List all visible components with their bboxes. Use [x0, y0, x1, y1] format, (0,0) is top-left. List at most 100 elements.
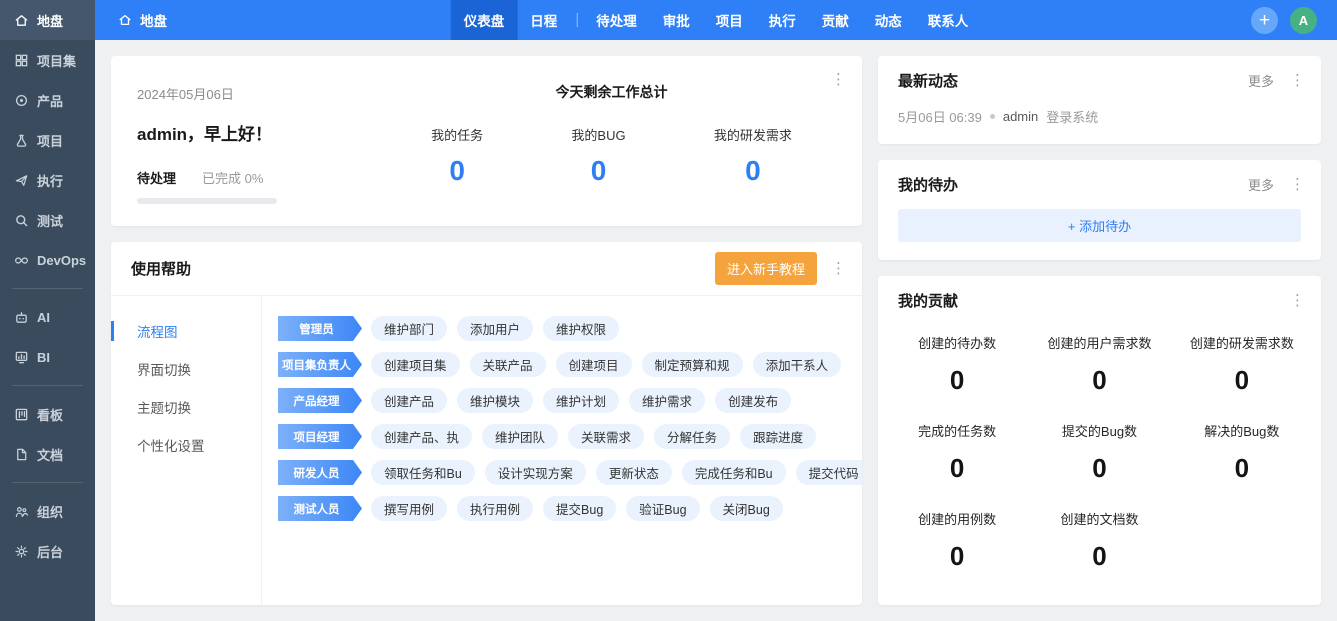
sidebar-item-doc[interactable]: 文档: [0, 434, 95, 474]
help-tabs: 流程图 界面切换 主题切换 个性化设置: [111, 296, 262, 605]
flow-step: 维护部门: [371, 316, 447, 341]
main-content: ⋮ 2024年05月06日 admin，早上好！ 待处理 已完成 0% 今天剩余…: [95, 40, 1337, 621]
flow-step: 验证Bug: [626, 496, 699, 521]
sidebar-item-label: 测试: [37, 211, 63, 230]
card-title: 我的贡献: [898, 290, 1286, 311]
contribution-stat: 完成的任务数 0: [918, 421, 996, 484]
devops-icon: [13, 252, 29, 268]
flow-step: 提交Bug: [543, 496, 616, 521]
kebab-menu-icon[interactable]: ⋮: [1286, 71, 1309, 90]
right-column: 最新动态 更多 ⋮ 5月06日 06:39 admin 登录系统 我的待办 更多…: [878, 56, 1321, 605]
sidebar-item-label: 后台: [37, 542, 63, 561]
help-title: 使用帮助: [131, 258, 715, 279]
test-icon: [13, 212, 29, 228]
flow-step: 执行用例: [457, 496, 533, 521]
sidebar-item-bi[interactable]: BI: [0, 337, 95, 377]
sidebar-item-dashboard[interactable]: 地盘: [0, 0, 95, 40]
welcome-card: ⋮ 2024年05月06日 admin，早上好！ 待处理 已完成 0% 今天剩余…: [111, 56, 862, 226]
doc-icon: [13, 446, 29, 462]
sidebar-item-devops[interactable]: DevOps: [0, 240, 95, 280]
stat-value[interactable]: 0: [918, 453, 996, 484]
stat-value[interactable]: 0: [714, 155, 792, 187]
welcome-left: 2024年05月06日 admin，早上好！ 待处理 已完成 0%: [137, 76, 387, 206]
sidebar-item-program[interactable]: 项目集: [0, 40, 95, 80]
tab-todo[interactable]: 待处理: [583, 0, 650, 40]
progress-bar: [137, 198, 277, 204]
sidebar-item-project[interactable]: 项目: [0, 120, 95, 160]
sidebar-item-ai[interactable]: AI: [0, 297, 95, 337]
sidebar-item-label: 执行: [37, 171, 63, 190]
stat-value[interactable]: 0: [918, 365, 996, 396]
stat-value[interactable]: 0: [1047, 365, 1151, 396]
flow-steps: 领取任务和Bu设计实现方案更新状态完成任务和Bu提交代码: [371, 460, 862, 485]
my-contribution-card: 我的贡献 ⋮ 创建的待办数 0 创建的用户需求数 0: [878, 276, 1321, 605]
role-tag: 产品经理: [278, 388, 362, 413]
more-link[interactable]: 更多: [1248, 71, 1274, 90]
kebab-menu-icon[interactable]: ⋮: [827, 259, 850, 278]
sidebar-item-label: DevOps: [37, 253, 86, 268]
sidebar-item-admin[interactable]: 后台: [0, 531, 95, 571]
tab-execution[interactable]: 执行: [756, 0, 809, 40]
avatar[interactable]: A: [1290, 7, 1317, 34]
flow-steps: 撰写用例执行用例提交Bug验证Bug关闭Bug: [371, 496, 783, 521]
flow-step: 维护计划: [543, 388, 619, 413]
flow-row: 项目集负责人 创建项目集关联产品创建项目制定预算和规添加干系人: [278, 352, 846, 377]
kebab-menu-icon[interactable]: ⋮: [1286, 291, 1309, 310]
stat: 我的任务 0: [431, 125, 483, 187]
flow-step: 添加用户: [457, 316, 533, 341]
help-card: 使用帮助 进入新手教程 ⋮ 流程图 界面切换 主题切换 个性化设: [111, 242, 862, 605]
flow-steps: 创建产品维护模块维护计划维护需求创建发布: [371, 388, 791, 413]
contribution-stat: 创建的研发需求数 0: [1190, 333, 1294, 396]
sidebar-item-test[interactable]: 测试: [0, 200, 95, 240]
kebab-menu-icon[interactable]: ⋮: [827, 70, 850, 89]
tab-dynamics[interactable]: 动态: [862, 0, 915, 40]
sidebar-item-label: 看板: [37, 405, 63, 424]
org-icon: [13, 503, 29, 519]
contribution-stat: 创建的用户需求数 0: [1047, 333, 1151, 396]
flow-step: 撰写用例: [371, 496, 447, 521]
help-tab[interactable]: 个性化设置: [111, 426, 261, 464]
home-icon: [13, 12, 29, 28]
stat-label: 提交的Bug数: [1062, 421, 1137, 440]
help-tab[interactable]: 流程图: [111, 312, 261, 350]
sidebar-item-product[interactable]: 产品: [0, 80, 95, 120]
stat-label: 创建的待办数: [918, 333, 996, 352]
tab-approval[interactable]: 审批: [650, 0, 703, 40]
kebab-menu-icon[interactable]: ⋮: [1286, 175, 1309, 194]
stat-value[interactable]: 0: [1204, 453, 1279, 484]
help-tab[interactable]: 界面切换: [111, 350, 261, 388]
sidebar-item-kanban[interactable]: 看板: [0, 394, 95, 434]
tab-calendar[interactable]: 日程: [517, 0, 570, 40]
stat: 我的BUG 0: [571, 125, 625, 187]
left-column: ⋮ 2024年05月06日 admin，早上好！ 待处理 已完成 0% 今天剩余…: [111, 56, 862, 605]
tab-contribution[interactable]: 贡献: [809, 0, 862, 40]
tutorial-button[interactable]: 进入新手教程: [715, 252, 817, 285]
tab-contacts[interactable]: 联系人: [915, 0, 982, 40]
add-todo-button[interactable]: + 添加待办: [898, 209, 1301, 242]
tab-dashboard[interactable]: 仪表盘: [451, 0, 518, 40]
sidebar-item-label: AI: [37, 310, 50, 325]
stat-value[interactable]: 0: [918, 541, 996, 572]
stat-value[interactable]: 0: [1060, 541, 1138, 572]
stat-value[interactable]: 0: [1190, 365, 1294, 396]
stat-value[interactable]: 0: [431, 155, 483, 187]
sidebar-item-execution[interactable]: 执行: [0, 160, 95, 200]
more-link[interactable]: 更多: [1248, 175, 1274, 194]
flow-step: 更新状态: [596, 460, 672, 485]
my-todo-card: 我的待办 更多 ⋮ + 添加待办: [878, 160, 1321, 260]
tab-project[interactable]: 项目: [703, 0, 756, 40]
flow-step: 创建项目: [556, 352, 632, 377]
sidebar-item-org[interactable]: 组织: [0, 491, 95, 531]
stat-value[interactable]: 0: [571, 155, 625, 187]
stat-value[interactable]: 0: [1062, 453, 1137, 484]
breadcrumb[interactable]: 地盘: [95, 10, 189, 30]
sidebar-divider: [12, 385, 83, 386]
bi-icon: [13, 349, 29, 365]
flow-step: 创建产品: [371, 388, 447, 413]
quick-create-button[interactable]: +: [1251, 7, 1278, 34]
help-tab[interactable]: 主题切换: [111, 388, 261, 426]
grid-icon: [13, 52, 29, 68]
sidebar-item-label: 组织: [37, 502, 63, 521]
flow-step: 制定预算和规: [642, 352, 743, 377]
sidebar-item-label: 产品: [37, 91, 63, 110]
